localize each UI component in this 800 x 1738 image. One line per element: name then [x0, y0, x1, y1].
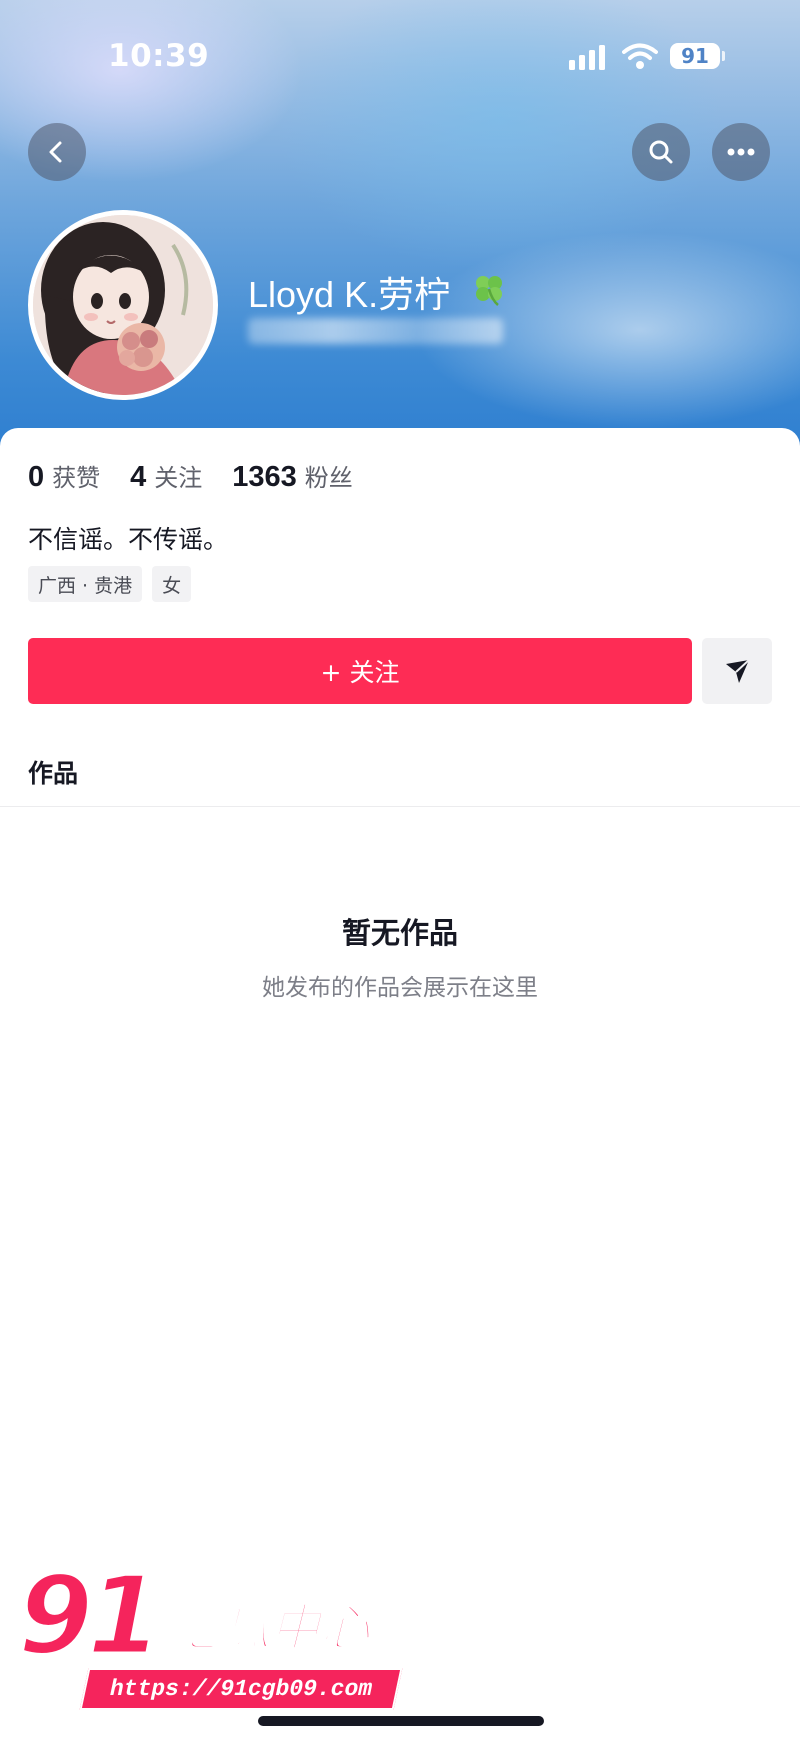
followers-count[interactable]: 1363	[232, 461, 297, 494]
more-button[interactable]	[712, 123, 770, 181]
more-icon	[727, 148, 755, 156]
empty-state-subtitle: 她发布的作品会展示在这里	[262, 975, 538, 1001]
blurred-user-id	[248, 318, 503, 344]
wifi-icon	[622, 43, 658, 69]
likes-label[interactable]: 获赞	[52, 458, 100, 493]
following-label[interactable]: 关注	[154, 458, 202, 493]
watermark-logo-text: 吃瓜中心	[169, 1598, 371, 1658]
stats-row: 0 获赞 4 关注 1363 粉丝	[28, 458, 383, 498]
battery-tip	[722, 51, 725, 61]
bio: 不信谣。不传谣。	[28, 525, 229, 554]
watermark-url: https://91cgb09.com	[79, 1668, 403, 1710]
avatar-illustration	[33, 215, 213, 395]
follow-button[interactable]: + 关注	[28, 638, 692, 704]
profile-card	[0, 428, 800, 1738]
signal-icon	[569, 45, 605, 70]
profile-tags: 广西 · 贵港 女	[28, 566, 192, 602]
back-icon	[49, 141, 62, 163]
followers-label[interactable]: 粉丝	[305, 458, 353, 493]
username: Lloyd K.劳柠	[248, 274, 451, 315]
location-tag: 广西 · 贵港	[28, 566, 143, 602]
share-icon	[726, 659, 750, 683]
following-count[interactable]: 4	[130, 461, 146, 494]
status-time: 10:39	[108, 38, 210, 74]
battery-indicator: 91	[670, 43, 720, 69]
divider	[0, 806, 800, 807]
gender-tag: 女	[152, 566, 192, 602]
avatar[interactable]	[28, 210, 218, 400]
clover-icon	[476, 276, 502, 306]
likes-count[interactable]: 0	[28, 461, 44, 494]
search-button[interactable]	[632, 123, 690, 181]
empty-state-title: 暂无作品	[341, 916, 458, 950]
home-indicator[interactable]	[258, 1716, 544, 1726]
back-button[interactable]	[28, 123, 86, 181]
tab-works[interactable]: 作品	[28, 754, 78, 790]
search-icon	[649, 140, 673, 164]
watermark-logo-number: 91	[16, 1554, 163, 1679]
share-button[interactable]	[702, 638, 772, 704]
